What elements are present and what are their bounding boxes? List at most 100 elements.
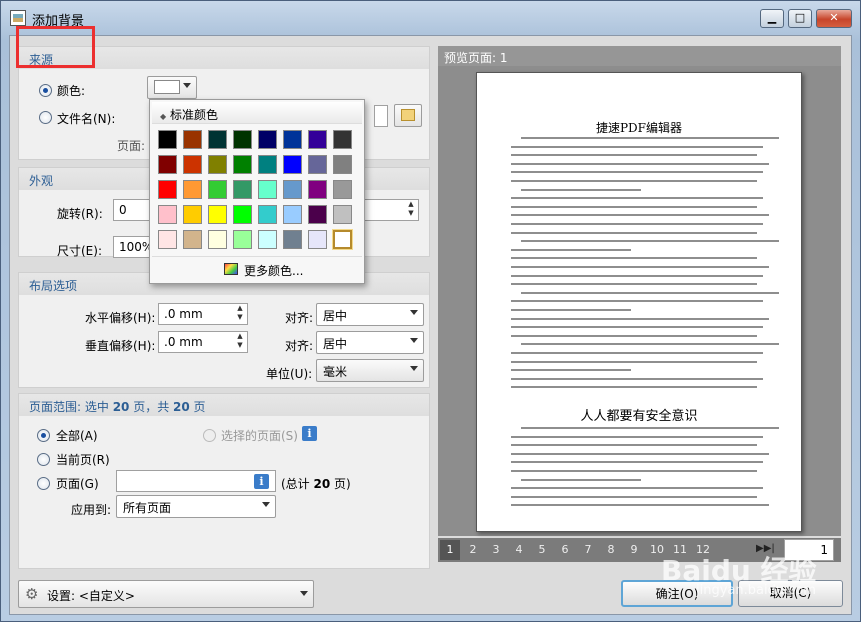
selected-pages-radio[interactable] (203, 429, 216, 442)
info-icon[interactable]: i (302, 426, 317, 441)
section-header: 页面范围: 选中 20 页，共 20 页 (19, 394, 429, 416)
color-swatch[interactable] (333, 155, 352, 174)
page-list-input[interactable] (116, 470, 276, 492)
info-icon[interactable]: i (254, 474, 269, 489)
text-line (511, 180, 757, 182)
current-page-radio[interactable] (37, 453, 50, 466)
color-swatch[interactable] (208, 230, 227, 249)
color-swatch[interactable] (208, 155, 227, 174)
h-offset-value: .0 mm (164, 307, 203, 321)
color-swatch[interactable] (183, 230, 202, 249)
color-swatch[interactable] (208, 130, 227, 149)
color-swatch[interactable] (158, 205, 177, 224)
color-swatch[interactable] (332, 229, 353, 250)
settings-select[interactable]: ⚙ 设置: <自定义> (18, 580, 314, 608)
chevron-down-icon (262, 502, 270, 507)
size-input[interactable]: 100% (113, 236, 153, 258)
color-swatch[interactable] (333, 180, 352, 199)
color-swatch[interactable] (233, 180, 252, 199)
text-line (511, 248, 631, 251)
text-line (511, 300, 763, 303)
h-align-select[interactable]: 居中 (316, 303, 424, 326)
page-number-8[interactable]: 8 (601, 540, 621, 560)
page-number-2[interactable]: 2 (463, 540, 483, 560)
page-number-9[interactable]: 9 (624, 540, 644, 560)
color-swatch[interactable] (283, 155, 302, 174)
close-button[interactable]: ✕ (816, 9, 852, 28)
more-colors-button[interactable]: 更多颜色... (152, 256, 362, 280)
color-swatch[interactable] (258, 155, 277, 174)
spin-arrows-icon[interactable]: ▲ ▼ (404, 200, 418, 220)
unit-select[interactable]: 毫米 (316, 359, 424, 382)
color-swatch[interactable] (283, 180, 302, 199)
color-label: 颜色: (57, 84, 86, 98)
v-align-select[interactable]: 居中 (316, 331, 424, 354)
color-swatch[interactable] (308, 205, 327, 224)
text-line (511, 145, 763, 148)
color-dropdown: ◆ 标准颜色 更多颜色... (149, 99, 365, 284)
color-swatch[interactable] (333, 205, 352, 224)
color-swatch[interactable] (208, 180, 227, 199)
page-number-1[interactable]: 1 (440, 540, 460, 560)
color-swatch[interactable] (258, 230, 277, 249)
color-swatch[interactable] (183, 155, 202, 174)
text-line (511, 352, 763, 354)
color-swatch[interactable] (283, 230, 302, 249)
spin-arrows-icon[interactable]: ▲ ▼ (233, 304, 247, 324)
color-swatch[interactable] (183, 205, 202, 224)
page-number-3[interactable]: 3 (486, 540, 506, 560)
color-swatch[interactable] (233, 230, 252, 249)
color-swatch[interactable] (283, 205, 302, 224)
page-list-radio[interactable] (37, 477, 50, 490)
h-offset-input[interactable]: .0 mm ▲ ▼ (158, 303, 248, 325)
all-pages-radio[interactable] (37, 429, 50, 442)
text-line (511, 495, 757, 498)
text-line (511, 171, 763, 174)
color-swatch[interactable] (183, 130, 202, 149)
text-line (511, 231, 757, 234)
apply-to-select[interactable]: 所有页面 (116, 495, 276, 518)
title-bar[interactable]: 添加背景 ▁ □ ✕ (1, 1, 860, 35)
color-swatch[interactable] (258, 130, 277, 149)
standard-colors-label: 标准颜色 (169, 108, 218, 122)
color-swatch[interactable] (158, 180, 177, 199)
file-path-input[interactable] (374, 105, 388, 127)
page-number-7[interactable]: 7 (578, 540, 598, 560)
text-line (511, 452, 769, 455)
color-swatch[interactable] (258, 205, 277, 224)
color-swatch[interactable] (208, 205, 227, 224)
color-swatch[interactable] (158, 155, 177, 174)
spin-arrows-icon[interactable]: ▲ ▼ (233, 332, 247, 352)
color-swatch[interactable] (258, 180, 277, 199)
minimize-button[interactable]: ▁ (760, 9, 784, 28)
color-swatch[interactable] (333, 130, 352, 149)
page-number-5[interactable]: 5 (532, 540, 552, 560)
color-swatch[interactable] (233, 130, 252, 149)
color-picker-combo[interactable] (147, 76, 197, 99)
v-offset-input[interactable]: .0 mm ▲ ▼ (158, 331, 248, 353)
color-swatch[interactable] (233, 155, 252, 174)
browse-button[interactable] (394, 104, 422, 127)
color-swatch[interactable] (183, 180, 202, 199)
maximize-button[interactable]: □ (788, 9, 812, 28)
watermark-url: jingyan.baidu.com (696, 583, 816, 598)
color-swatch[interactable] (158, 130, 177, 149)
color-swatch[interactable] (158, 230, 177, 249)
highlight-box (16, 26, 95, 68)
color-swatch[interactable] (233, 205, 252, 224)
text-line (511, 317, 769, 320)
file-radio[interactable] (39, 111, 52, 124)
color-swatch[interactable] (283, 130, 302, 149)
page-number-4[interactable]: 4 (509, 540, 529, 560)
total-suffix: 页) (330, 477, 351, 491)
color-swatch[interactable] (308, 180, 327, 199)
color-swatch[interactable] (308, 130, 327, 149)
header-suffix: 页 (189, 400, 206, 414)
text-line (511, 504, 769, 507)
page-number-6[interactable]: 6 (555, 540, 575, 560)
text-line (521, 478, 641, 481)
color-swatch[interactable] (308, 230, 327, 249)
text-line (511, 154, 757, 157)
color-radio[interactable] (39, 84, 52, 97)
color-swatch[interactable] (308, 155, 327, 174)
